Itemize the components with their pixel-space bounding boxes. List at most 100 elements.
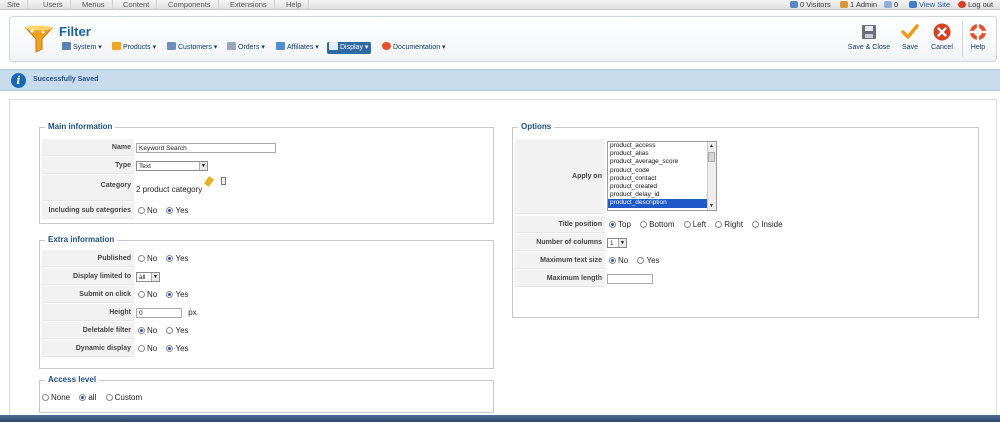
access-custom-label: Custom — [114, 393, 143, 402]
menu-help[interactable]: Help — [279, 0, 310, 10]
columns-wrap: 1 ▼ — [607, 234, 627, 251]
apply-option[interactable]: product_alias — [608, 150, 716, 158]
published-yes-label: Yes — [175, 254, 189, 263]
scroll-up-icon[interactable]: ▲ — [707, 142, 716, 150]
admin-top-menu: Site Users Menus Content Components Exte… — [0, 0, 1000, 10]
position-inside-radio[interactable] — [752, 221, 760, 228]
menu-content[interactable]: Content — [116, 0, 158, 10]
position-top-label: Top — [618, 220, 631, 229]
menu-extensions[interactable]: Extensions — [223, 0, 275, 10]
apply-option[interactable]: product_created — [608, 183, 716, 191]
menu-menus[interactable]: Menus — [75, 0, 113, 10]
display-icon — [329, 42, 338, 50]
position-top-radio[interactable] — [609, 221, 616, 228]
orders-icon — [227, 42, 236, 50]
position-bottom-radio[interactable] — [640, 221, 648, 228]
published-no-radio[interactable] — [138, 255, 145, 262]
height-wrap: 0 px — [136, 304, 197, 321]
pencil-icon[interactable] — [203, 176, 215, 187]
save-close-button[interactable]: Save & Close — [844, 23, 894, 51]
max-text-no-radio[interactable] — [609, 257, 616, 264]
columns-label: Number of columns — [515, 234, 605, 251]
apply-option[interactable]: product_access — [608, 142, 716, 150]
name-input[interactable]: Keyword Search — [136, 142, 276, 153]
visitors-status: 0 Visitors — [790, 0, 831, 10]
category-value-wrap: 2 product category — [136, 176, 226, 201]
menu-users[interactable]: Users — [36, 0, 71, 10]
access-none-label: None — [51, 393, 71, 402]
users-icon — [790, 1, 798, 8]
max-text-yes-radio[interactable] — [637, 257, 645, 264]
subcategories-yes-radio[interactable] — [166, 207, 174, 214]
dynamic-yes-radio[interactable] — [166, 345, 174, 352]
published-yes-radio[interactable] — [166, 255, 174, 262]
apply-option[interactable]: product_contact — [608, 175, 716, 183]
logout-link[interactable]: Log out — [958, 0, 993, 10]
nav-display[interactable]: Display ▾ — [327, 42, 372, 54]
nav-customers[interactable]: Customers ▾ — [167, 42, 217, 54]
nav-orders[interactable]: Orders ▾ — [227, 42, 265, 54]
position-left-radio[interactable] — [683, 221, 691, 228]
chevron-down-icon: ▼ — [199, 161, 207, 170]
display-limited-select[interactable]: all ▼ — [136, 271, 160, 282]
trash-icon[interactable] — [221, 177, 226, 185]
help-button[interactable]: Help — [966, 23, 990, 51]
access-custom-radio[interactable] — [105, 394, 113, 401]
access-all-label: all — [88, 393, 97, 402]
access-all-radio[interactable] — [79, 394, 87, 401]
max-text-label: Maximum text size — [515, 252, 605, 269]
messages-status[interactable]: 0 — [884, 0, 898, 10]
submit-on-click-label: Submit on click — [42, 286, 134, 303]
extra-information-fieldset: Extra information Published No Yes Displ… — [39, 235, 494, 369]
options-legend: Options — [518, 122, 555, 131]
menu-components[interactable]: Components — [161, 0, 219, 10]
max-text-no-label: No — [618, 256, 629, 265]
subcategories-yes-label: Yes — [175, 206, 189, 215]
type-value-wrap: Text ▼ — [136, 157, 208, 174]
max-length-label: Maximum length — [515, 270, 605, 287]
height-input[interactable]: 0 — [136, 307, 182, 318]
apply-option[interactable]: product_code — [608, 167, 716, 175]
dynamic-yes-label: Yes — [175, 344, 189, 353]
menu-site[interactable]: Site — [0, 0, 28, 10]
apply-option-selected[interactable]: product_description — [608, 199, 716, 208]
apply-option[interactable]: product_average_score — [608, 158, 716, 166]
position-right-label: Right — [724, 220, 743, 229]
chevron-down-icon: ▼ — [151, 272, 159, 281]
max-length-input[interactable] — [607, 273, 653, 284]
dynamic-no-label: No — [147, 344, 158, 353]
nav-affiliates[interactable]: Affiliates ▾ — [276, 42, 319, 54]
access-none-radio[interactable] — [42, 394, 49, 401]
type-select[interactable]: Text ▼ — [136, 160, 208, 171]
apply-option[interactable]: product_delay_id — [608, 191, 716, 199]
submit-yes-radio[interactable] — [166, 291, 174, 298]
submit-yes-label: Yes — [175, 290, 189, 299]
submit-no-radio[interactable] — [138, 291, 145, 298]
scrollbar-thumb[interactable] — [708, 152, 715, 162]
options-fieldset: Options Apply on product_access product_… — [512, 122, 979, 318]
subcategories-no-radio[interactable] — [138, 207, 145, 214]
category-value: 2 product category — [136, 185, 203, 194]
position-right-radio[interactable] — [715, 221, 723, 228]
columns-select[interactable]: 1 ▼ — [607, 237, 627, 248]
nav-products[interactable]: Products ▾ — [112, 42, 156, 54]
access-level-legend: Access level — [45, 375, 100, 384]
affiliates-icon — [276, 42, 285, 50]
apply-on-listbox[interactable]: product_access product_alias product_ave… — [607, 141, 717, 211]
deletable-yes-radio[interactable] — [166, 327, 174, 334]
os-taskbar — [0, 415, 1000, 422]
height-unit: px — [188, 308, 197, 317]
scroll-down-icon[interactable]: ▼ — [707, 202, 716, 210]
cancel-button[interactable]: Cancel — [928, 23, 956, 51]
name-value-wrap: Keyword Search — [136, 139, 276, 156]
content-area: Main information Name Keyword Search Typ… — [9, 99, 997, 422]
view-site-link[interactable]: View Site — [909, 0, 950, 10]
dynamic-no-radio[interactable] — [138, 345, 145, 352]
type-label: Type — [42, 157, 134, 174]
save-button[interactable]: Save — [898, 23, 922, 51]
admin-status: 1 Admin — [840, 0, 877, 10]
customers-icon — [167, 42, 176, 50]
deletable-no-radio[interactable] — [138, 327, 145, 334]
nav-system[interactable]: System ▾ — [62, 42, 102, 54]
nav-documentation[interactable]: Documentation ▾ — [382, 42, 446, 54]
